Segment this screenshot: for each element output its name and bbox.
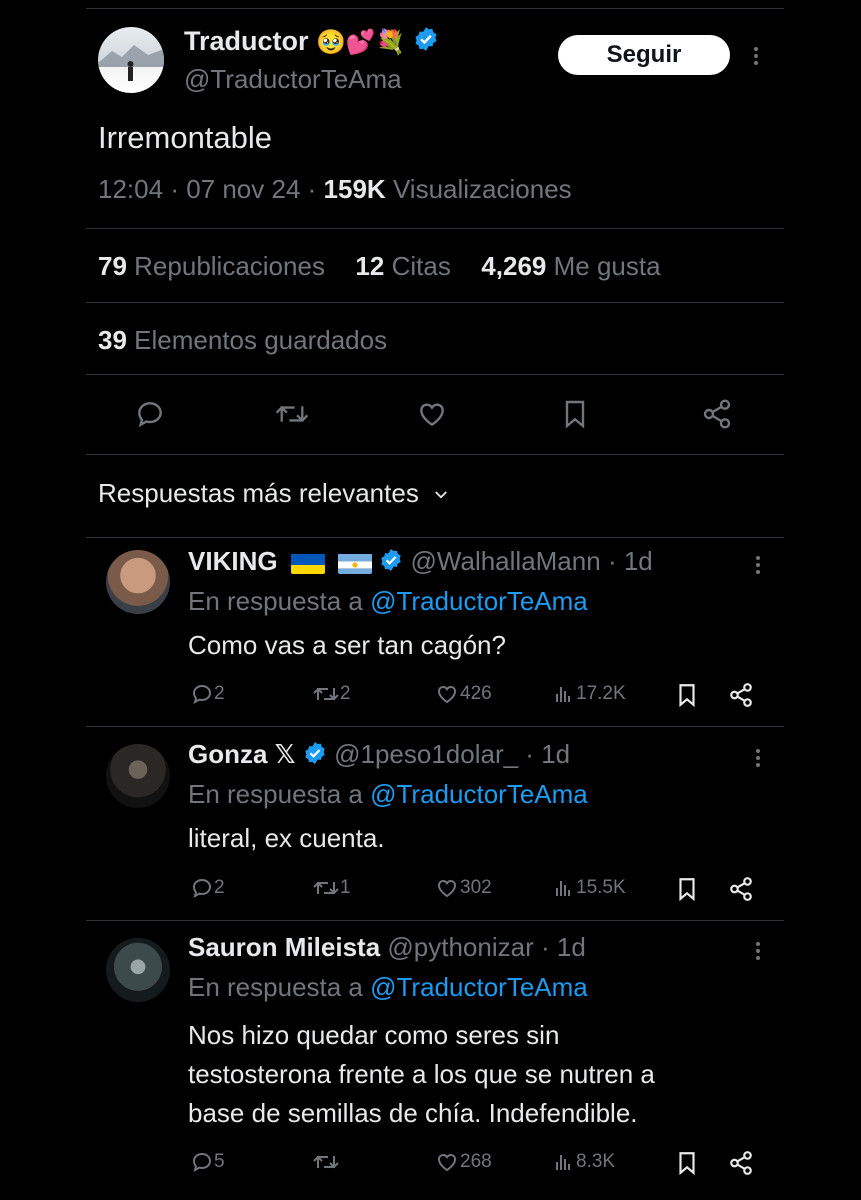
reply-to-link[interactable]: @TraductorTeAma [370, 779, 588, 809]
repost-icon[interactable] [274, 398, 310, 430]
bookmark-icon[interactable] [676, 876, 698, 902]
repost-icon [313, 687, 339, 701]
views-count-button[interactable]: 15.5K [552, 876, 626, 900]
share-icon[interactable] [701, 398, 733, 430]
views-count-button[interactable]: 17.2K [552, 682, 626, 706]
chevron-down-icon [432, 480, 450, 511]
like-icon[interactable] [416, 398, 448, 430]
divider [86, 374, 784, 375]
bookmark-icon[interactable] [676, 682, 698, 708]
ukraine-flag-icon [290, 552, 325, 575]
more-options-icon[interactable] [756, 746, 760, 770]
share-icon[interactable] [728, 682, 754, 708]
reply-author-handle[interactable]: @WalhallaMann [411, 546, 601, 576]
reply-to-link[interactable]: @TraductorTeAma [370, 586, 588, 616]
reply-count-button[interactable]: 5 [190, 1150, 225, 1174]
engagement-stats: 79 Republicaciones 12 Citas 4,269 Me gus… [98, 251, 661, 282]
reply-avatar[interactable] [106, 744, 170, 808]
likes-stat[interactable]: 4,269 Me gusta [481, 251, 660, 281]
repost-icon [313, 881, 339, 895]
reply-author-name[interactable]: Sauron Mileista [188, 932, 380, 962]
repost-count-button[interactable]: 1 [312, 876, 351, 900]
verified-badge-icon [303, 741, 327, 772]
reply-header: VIKING @WalhallaMann · 1d [188, 546, 653, 579]
like-icon [437, 1153, 457, 1172]
tweet-text: Irremontable [98, 120, 273, 155]
views-icon [556, 881, 570, 896]
like-icon [437, 879, 457, 898]
reply-author-name[interactable]: Gonza 𝕏 [188, 739, 296, 769]
bookmark-icon[interactable] [560, 398, 590, 430]
more-options-icon[interactable] [756, 553, 760, 577]
reposts-stat[interactable]: 79 Republicaciones [98, 251, 325, 281]
author-avatar[interactable] [98, 27, 164, 93]
reply-count-button[interactable]: 2 [190, 682, 225, 706]
reply-avatar[interactable] [106, 938, 170, 1002]
replies-header: Respuestas más relevantes [98, 478, 419, 508]
like-icon [437, 685, 457, 704]
more-options-icon[interactable] [754, 44, 758, 68]
divider [86, 726, 784, 727]
top-divider [86, 8, 784, 9]
author-name[interactable]: Traductor [184, 26, 309, 56]
divider [86, 454, 784, 455]
reply-icon [192, 878, 212, 899]
reply-to-link[interactable]: @TraductorTeAma [370, 972, 588, 1002]
reply-icon [192, 684, 212, 705]
reply-avatar[interactable] [106, 550, 170, 614]
follow-button[interactable]: Seguir [558, 35, 730, 75]
verified-badge-icon [379, 548, 403, 579]
views-icon [556, 1155, 570, 1170]
author-name-row[interactable]: Traductor 🥹💕💐 [184, 26, 439, 59]
reply-icon [192, 1152, 212, 1173]
reply-context: En respuesta a @TraductorTeAma [188, 586, 588, 616]
reply-author-name[interactable]: VIKING [188, 546, 278, 576]
reply-time[interactable]: 1d [557, 932, 586, 962]
reply-context: En respuesta a @TraductorTeAma [188, 972, 588, 1002]
reply-header: Gonza 𝕏 @1peso1dolar_ · 1d [188, 739, 570, 772]
bookmark-icon[interactable] [676, 1150, 698, 1176]
author-emojis: 🥹💕💐 [316, 29, 406, 56]
quotes-stat[interactable]: 12 Citas [355, 251, 450, 281]
bookmarks-stat[interactable]: 39 Elementos guardados [98, 325, 387, 356]
views-count-button[interactable]: 8.3K [552, 1150, 615, 1174]
more-options-icon[interactable] [756, 939, 760, 963]
tweet-date[interactable]: 07 nov 24 [186, 174, 300, 204]
author-handle[interactable]: @TraductorTeAma [184, 64, 402, 95]
reply-text: literal, ex cuenta. [188, 823, 385, 853]
reply-context: En respuesta a @TraductorTeAma [188, 779, 588, 809]
share-icon[interactable] [728, 1150, 754, 1176]
reply-time[interactable]: 1d [541, 739, 570, 769]
reply-author-handle[interactable]: @pythonizar [387, 932, 533, 962]
tweet-meta: 12:04 · 07 nov 24 · 159K Visualizaciones [98, 174, 572, 204]
reply-header: Sauron Mileista @pythonizar · 1d [188, 932, 586, 962]
reply-author-handle[interactable]: @1peso1dolar_ [334, 739, 518, 769]
repost-count-button[interactable]: 2 [312, 682, 351, 706]
reply-icon[interactable] [134, 398, 166, 430]
divider [86, 228, 784, 229]
tweet-time[interactable]: 12:04 [98, 174, 163, 204]
repost-count-button[interactable] [312, 1150, 340, 1174]
views-icon [556, 687, 570, 702]
views-label: Visualizaciones [392, 174, 572, 204]
divider [86, 537, 784, 538]
share-icon[interactable] [728, 876, 754, 902]
replies-sort-dropdown[interactable]: Respuestas más relevantes [98, 478, 450, 511]
views-count: 159K [323, 174, 386, 204]
like-count-button[interactable]: 268 [434, 1150, 492, 1174]
like-count-button[interactable]: 302 [434, 876, 492, 900]
tweet-detail-column: Traductor 🥹💕💐 @TraductorTeAma Seguir Irr… [86, 0, 784, 1200]
like-count-button[interactable]: 426 [434, 682, 492, 706]
divider [86, 302, 784, 303]
reply-text: Como vas a ser tan cagón? [188, 630, 506, 660]
divider [86, 920, 784, 921]
reply-text: Nos hizo quedar como seres sin testoster… [188, 1020, 655, 1128]
argentina-flag-icon [338, 552, 373, 575]
reply-time[interactable]: 1d [624, 546, 653, 576]
repost-icon [313, 1155, 339, 1169]
reply-count-button[interactable]: 2 [190, 876, 225, 900]
verified-badge-icon [413, 26, 439, 59]
